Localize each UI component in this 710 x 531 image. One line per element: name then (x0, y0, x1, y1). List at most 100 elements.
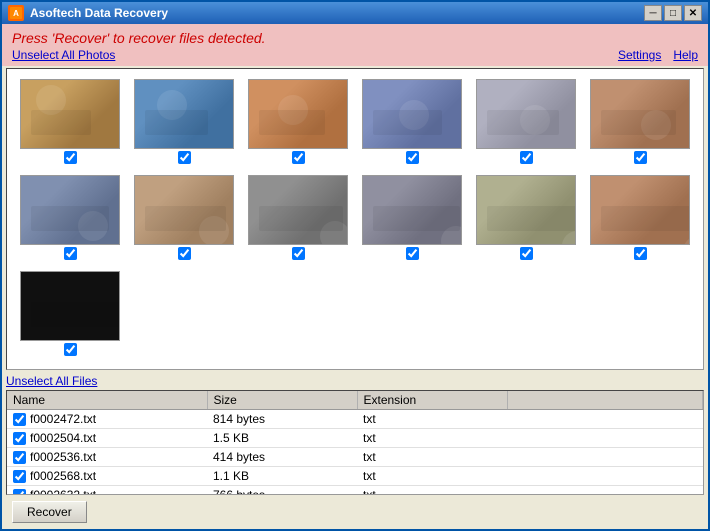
photo-thumb-2 (134, 79, 234, 149)
file-extension: txt (357, 410, 507, 429)
photo-checkbox-row-8[interactable] (178, 247, 191, 263)
photo-item (587, 79, 693, 167)
file-size: 1.1 KB (207, 467, 357, 486)
table-row: f0002632.txt766 bytestxt (7, 486, 703, 496)
photo-checkbox-row-12[interactable] (634, 247, 647, 263)
photo-checkbox-10[interactable] (406, 247, 419, 260)
file-checkbox-0[interactable] (13, 413, 26, 426)
photo-checkbox-13[interactable] (64, 343, 77, 356)
file-name-cell: f0002536.txt (7, 448, 207, 467)
photo-grid (7, 69, 703, 369)
photo-thumb-9 (248, 175, 348, 245)
file-extension: txt (357, 429, 507, 448)
table-row: f0002472.txt 814 bytestxt (7, 410, 703, 429)
photo-checkbox-row-4[interactable] (406, 151, 419, 167)
recover-button[interactable]: Recover (12, 501, 87, 523)
main-content: Press 'Recover' to recover files detecte… (2, 24, 708, 529)
bottom-bar: Recover (2, 497, 708, 529)
photo-checkbox-row-13[interactable] (64, 343, 77, 359)
photo-thumb-10 (362, 175, 462, 245)
file-extra (507, 410, 703, 429)
file-name: f0002536.txt (30, 450, 96, 464)
photo-thumb-1 (20, 79, 120, 149)
photo-item (17, 271, 123, 359)
photo-item (359, 175, 465, 263)
col-extra (507, 391, 703, 410)
table-row: f0002536.txt414 bytestxt (7, 448, 703, 467)
photo-thumb-8 (134, 175, 234, 245)
file-extension: txt (357, 448, 507, 467)
file-name: f0002632.txt (30, 488, 96, 495)
photo-checkbox-row-6[interactable] (634, 151, 647, 167)
file-checkbox-3[interactable] (13, 470, 26, 483)
file-extension: txt (357, 486, 507, 496)
file-extra (507, 486, 703, 496)
file-extra (507, 467, 703, 486)
file-checkbox-2[interactable] (13, 451, 26, 464)
photo-item (587, 175, 693, 263)
photo-item (131, 79, 237, 167)
file-extension: txt (357, 467, 507, 486)
photo-checkbox-row-9[interactable] (292, 247, 305, 263)
window-title: Asoftech Data Recovery (30, 6, 644, 20)
photo-checkbox-11[interactable] (520, 247, 533, 260)
photo-checkbox-3[interactable] (292, 151, 305, 164)
app-icon: A (8, 5, 24, 21)
file-size: 814 bytes (207, 410, 357, 429)
settings-link[interactable]: Settings (618, 48, 661, 62)
file-checkbox-4[interactable] (13, 489, 26, 496)
photo-checkbox-row-5[interactable] (520, 151, 533, 167)
minimize-button[interactable]: ─ (644, 5, 662, 21)
app-window: A Asoftech Data Recovery ─ □ ✕ Press 'Re… (0, 0, 710, 531)
file-name-cell: f0002472.txt (7, 410, 207, 429)
unselect-all-files-link[interactable]: Unselect All Files (6, 374, 97, 388)
photo-checkbox-row-2[interactable] (178, 151, 191, 167)
table-row: f0002568.txt1.1 KBtxt (7, 467, 703, 486)
photo-checkbox-row-11[interactable] (520, 247, 533, 263)
help-link[interactable]: Help (673, 48, 698, 62)
photo-checkbox-4[interactable] (406, 151, 419, 164)
photo-area[interactable] (6, 68, 704, 370)
photo-item (359, 79, 465, 167)
photo-item (245, 175, 351, 263)
close-button[interactable]: ✕ (684, 5, 702, 21)
photo-checkbox-row-10[interactable] (406, 247, 419, 263)
file-name-cell: f0002504.txt (7, 429, 207, 448)
photo-checkbox-12[interactable] (634, 247, 647, 260)
top-bar: Press 'Recover' to recover files detecte… (2, 24, 708, 66)
photo-item (17, 175, 123, 263)
photo-checkbox-9[interactable] (292, 247, 305, 260)
photo-checkbox-7[interactable] (64, 247, 77, 260)
recover-message: Press 'Recover' to recover files detecte… (12, 30, 698, 46)
title-bar: A Asoftech Data Recovery ─ □ ✕ (2, 2, 708, 24)
top-links: Unselect All Photos Settings Help (12, 48, 698, 62)
photo-thumb-11 (476, 175, 576, 245)
file-extra (507, 448, 703, 467)
photo-checkbox-6[interactable] (634, 151, 647, 164)
file-checkbox-1[interactable] (13, 432, 26, 445)
file-name: f0002504.txt (30, 431, 96, 445)
unselect-all-photos-link[interactable]: Unselect All Photos (12, 48, 115, 62)
file-extra (507, 429, 703, 448)
photo-item (131, 175, 237, 263)
photo-thumb-6 (590, 79, 690, 149)
top-right-links: Settings Help (618, 48, 698, 62)
col-ext: Extension (357, 391, 507, 410)
photo-checkbox-2[interactable] (178, 151, 191, 164)
photo-checkbox-row-1[interactable] (64, 151, 77, 167)
photo-item (245, 79, 351, 167)
table-header-row: Name Size Extension (7, 391, 703, 410)
photo-checkbox-8[interactable] (178, 247, 191, 260)
photo-checkbox-5[interactable] (520, 151, 533, 164)
col-name: Name (7, 391, 207, 410)
col-size: Size (207, 391, 357, 410)
file-name: f0002472.txt (30, 412, 96, 426)
photo-checkbox-row-7[interactable] (64, 247, 77, 263)
file-table-wrapper[interactable]: Name Size Extension f0002472.txt 814 byte… (6, 390, 704, 495)
photo-thumb-7 (20, 175, 120, 245)
maximize-button[interactable]: □ (664, 5, 682, 21)
photo-checkbox-row-3[interactable] (292, 151, 305, 167)
photo-checkbox-1[interactable] (64, 151, 77, 164)
photo-thumb-5 (476, 79, 576, 149)
window-controls: ─ □ ✕ (644, 5, 702, 21)
